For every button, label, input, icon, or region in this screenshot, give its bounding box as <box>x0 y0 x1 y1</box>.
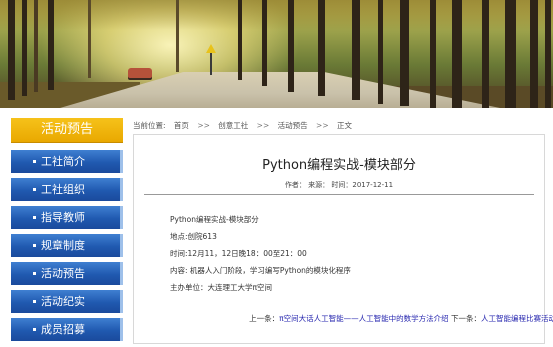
tree-trunk <box>505 0 516 108</box>
next-label: 下一条： <box>451 314 481 323</box>
banner-image <box>0 0 553 108</box>
tree-trunk <box>452 0 462 108</box>
bullet-icon <box>33 216 36 219</box>
article-line: Python编程实战-模块部分 <box>170 215 259 224</box>
breadcrumb-category[interactable]: 活动预告 <box>278 121 308 130</box>
sidebar-item-label: 指导教师 <box>41 211 85 224</box>
breadcrumb-home[interactable]: 首页 <box>174 121 189 130</box>
breadcrumb: 当前位置: 首页 >> 创意工社 >> 活动预告 >> 正文 <box>133 120 545 132</box>
sidebar-item-preview[interactable]: 活动预告 <box>11 262 123 285</box>
article-panel: Python编程实战-模块部分 作者： 来源： 时间：2017-12-11 Py… <box>133 134 553 344</box>
bullet-icon <box>33 188 36 191</box>
article-meta: 作者： 来源： 时间：2017-12-11 <box>284 181 394 189</box>
traffic-sign-icon <box>206 44 216 53</box>
article-line: 时间:12月11，12日晚18：00至21：00 <box>170 249 307 258</box>
article-line: 主办单位：大连理工大学π空间 <box>170 283 273 292</box>
bullet-icon <box>33 160 36 163</box>
breadcrumb-prefix: 当前位置: <box>133 121 166 130</box>
sidebar-item-label: 成员招募 <box>41 323 85 336</box>
tree-trunk <box>352 0 360 100</box>
tree-trunk <box>176 0 179 72</box>
tree-trunk <box>262 0 267 86</box>
breadcrumb-separator: >> <box>197 121 210 130</box>
bullet-icon <box>33 300 36 303</box>
sidebar-item-rules[interactable]: 规章制度 <box>11 234 123 257</box>
bullet-icon <box>33 328 36 331</box>
tree-trunk <box>288 0 294 92</box>
tree-trunk <box>482 0 489 108</box>
breadcrumb-separator: >> <box>316 121 329 130</box>
sidebar-menu: 工社简介 工社组织 指导教师 规章制度 活动预告 活动纪实 成员招募 <box>11 150 123 346</box>
sidebar-item-recruit[interactable]: 成员招募 <box>11 318 123 341</box>
tree-trunk <box>48 0 54 90</box>
sign-pole <box>210 53 212 75</box>
breadcrumb-section[interactable]: 创意工社 <box>218 121 248 130</box>
sidebar-item-label: 活动纪实 <box>41 295 85 308</box>
sidebar-item-label: 工社简介 <box>41 155 85 168</box>
article-body: Python编程实战-模块部分 地点:创院613 时间:12月11，12日晚18… <box>170 211 530 296</box>
tree-trunk <box>8 0 15 100</box>
sidebar-header: 活动预告 <box>11 118 123 143</box>
tree-trunk <box>318 0 325 96</box>
prev-label: 上一条： <box>249 314 280 323</box>
sidebar-item-label: 工社组织 <box>41 183 85 196</box>
car <box>128 68 152 78</box>
article-nav: 上一条：π空间大话人工智能——人工智能中的数学方法介绍 下一条：人工智能编程比赛… <box>249 313 553 324</box>
tree-trunk <box>88 0 91 78</box>
prev-article-link[interactable]: π空间大话人工智能——人工智能中的数学方法介绍 <box>279 314 449 323</box>
sidebar-item-label: 规章制度 <box>41 239 85 252</box>
bullet-icon <box>33 272 36 275</box>
tree-trunk <box>545 0 551 108</box>
tree-trunk <box>34 0 38 92</box>
bullet-icon <box>33 244 36 247</box>
sidebar-item-teachers[interactable]: 指导教师 <box>11 206 123 229</box>
article-line: 地点:创院613 <box>170 232 217 241</box>
sidebar-item-intro[interactable]: 工社简介 <box>11 150 123 173</box>
sidebar-item-organization[interactable]: 工社组织 <box>11 178 123 201</box>
tree-trunk <box>530 0 538 108</box>
sidebar-item-label: 活动预告 <box>41 267 85 280</box>
breadcrumb-current: 正文 <box>337 121 352 130</box>
tree-canopy <box>0 0 553 30</box>
tree-trunk <box>430 0 436 108</box>
article-line: 内容: 机器人入门阶段，学习编写Python的模块化程序 <box>170 266 351 275</box>
divider <box>144 194 534 195</box>
breadcrumb-separator: >> <box>256 121 270 130</box>
tree-trunk <box>378 0 383 104</box>
tree-trunk <box>238 0 242 80</box>
tree-trunk <box>400 0 409 106</box>
tree-trunk <box>22 0 27 96</box>
article-title: Python编程实战-模块部分 <box>262 158 416 173</box>
next-article-link[interactable]: 人工智能编程比赛活动 <box>481 314 553 323</box>
sidebar-item-records[interactable]: 活动纪实 <box>11 290 123 313</box>
